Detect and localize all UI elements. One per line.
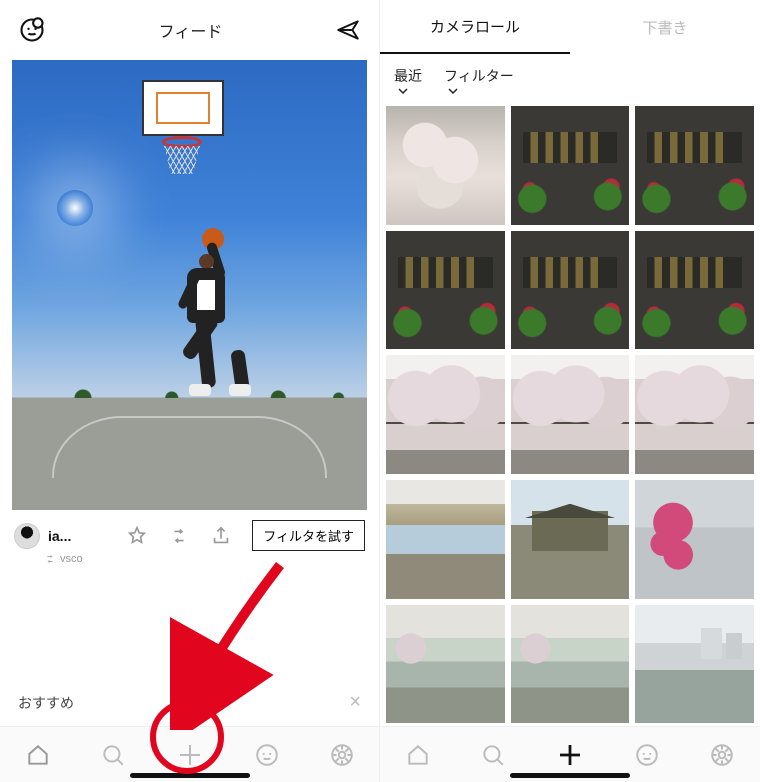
photo-thumb[interactable]: [386, 605, 505, 724]
photo-thumb[interactable]: [635, 106, 754, 225]
header: フィード: [0, 0, 379, 60]
suggestions-header: おすすめ ×: [0, 679, 379, 726]
repost-icon[interactable]: [168, 525, 206, 547]
photo-thumb[interactable]: [635, 605, 754, 724]
photo-thumb[interactable]: [386, 480, 505, 599]
tab-home[interactable]: [25, 742, 51, 768]
tab-search[interactable]: [480, 742, 506, 768]
face-icon[interactable]: [18, 16, 46, 44]
try-filter-button[interactable]: フィルタを試す: [252, 520, 365, 551]
tab-face[interactable]: [634, 742, 660, 768]
close-icon[interactable]: ×: [349, 691, 361, 714]
star-icon[interactable]: [126, 525, 164, 547]
tab-studio[interactable]: [709, 742, 735, 768]
tab-add[interactable]: [555, 740, 585, 770]
photo-thumb[interactable]: [386, 355, 505, 474]
tab-studio[interactable]: [329, 742, 355, 768]
tab-home[interactable]: [405, 742, 431, 768]
tab-bar: [0, 726, 379, 782]
photo-thumb[interactable]: [386, 106, 505, 225]
top-tabs: カメラロール 下書き: [380, 0, 760, 54]
home-indicator: [510, 773, 630, 778]
photo-thumb[interactable]: [635, 355, 754, 474]
username[interactable]: ia...: [48, 528, 71, 544]
tab-bar: [380, 726, 760, 782]
photo-thumb[interactable]: [511, 355, 630, 474]
sort-filter[interactable]: フィルター: [444, 66, 514, 96]
feed-screen: フィード: [0, 0, 380, 782]
photo-thumb[interactable]: [635, 231, 754, 350]
post-source-row: vsco: [0, 551, 379, 565]
tab-camera-roll[interactable]: カメラロール: [380, 0, 570, 54]
photo-thumb[interactable]: [511, 106, 630, 225]
photo-thumb[interactable]: [511, 231, 630, 350]
tab-drafts[interactable]: 下書き: [570, 0, 760, 54]
photo-grid: [380, 106, 760, 726]
send-icon[interactable]: [335, 17, 361, 43]
tab-add[interactable]: [175, 740, 205, 770]
photo-thumb[interactable]: [635, 480, 754, 599]
post-source: vsco: [60, 553, 83, 565]
sort-row: 最近 フィルター: [380, 54, 760, 106]
sort-recent[interactable]: 最近: [394, 66, 422, 96]
feed-photo[interactable]: [12, 60, 367, 510]
photo-thumb[interactable]: [386, 231, 505, 350]
share-icon[interactable]: [210, 525, 248, 547]
avatar[interactable]: [14, 523, 40, 549]
home-indicator: [130, 773, 250, 778]
suggestions-label: おすすめ: [18, 693, 74, 713]
tab-face[interactable]: [254, 742, 280, 768]
photo-thumb[interactable]: [511, 605, 630, 724]
page-title: フィード: [159, 18, 223, 42]
tab-search[interactable]: [100, 742, 126, 768]
camera-roll-screen: カメラロール 下書き 最近 フィルター: [380, 0, 760, 782]
post-meta-row: ia... フィルタを試す: [0, 510, 379, 551]
photo-thumb[interactable]: [511, 480, 630, 599]
